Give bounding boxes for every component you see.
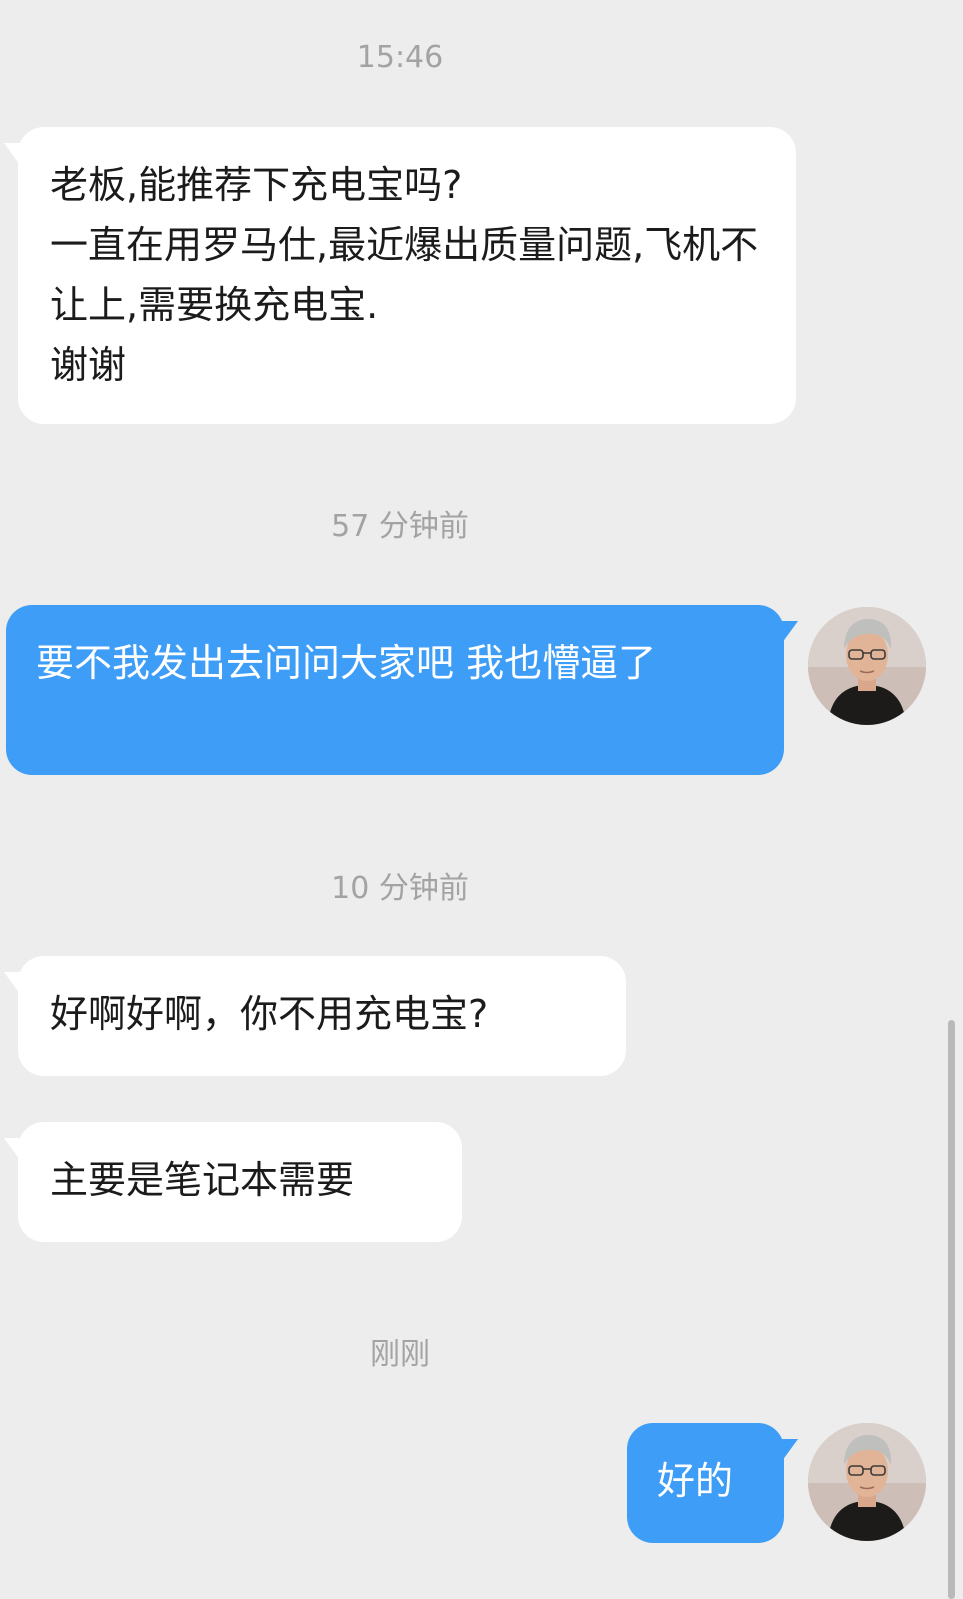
chat-view[interactable]: 15:46 老板,能推荐下充电宝吗? 一直在用罗马仕,最近爆出质量问题,飞机不让… bbox=[0, 0, 963, 1599]
scrollbar[interactable] bbox=[948, 1020, 955, 1599]
incoming-message-bubble[interactable]: 主要是笔记本需要 bbox=[18, 1122, 462, 1242]
avatar-photo-icon bbox=[808, 1423, 926, 1541]
user-avatar[interactable] bbox=[808, 607, 926, 725]
message-timestamp: 15:46 bbox=[356, 40, 444, 75]
outgoing-message-bubble[interactable]: 要不我发出去问问大家吧 我也懵逼了 bbox=[6, 605, 784, 775]
bubble-tail bbox=[782, 621, 798, 643]
bubble-tail bbox=[782, 1439, 798, 1461]
incoming-message-bubble[interactable]: 老板,能推荐下充电宝吗? 一直在用罗马仕,最近爆出质量问题,飞机不让上,需要换充… bbox=[18, 127, 796, 424]
user-avatar[interactable] bbox=[808, 1423, 926, 1541]
outgoing-message-bubble[interactable]: 好的 bbox=[627, 1423, 784, 1543]
message-timestamp: 10 分钟前 bbox=[331, 871, 469, 906]
incoming-message-bubble[interactable]: 好啊好啊，你不用充电宝? bbox=[18, 956, 626, 1076]
message-timestamp: 刚刚 bbox=[370, 1337, 430, 1372]
avatar-photo-icon bbox=[808, 607, 926, 725]
message-timestamp: 57 分钟前 bbox=[331, 509, 469, 544]
